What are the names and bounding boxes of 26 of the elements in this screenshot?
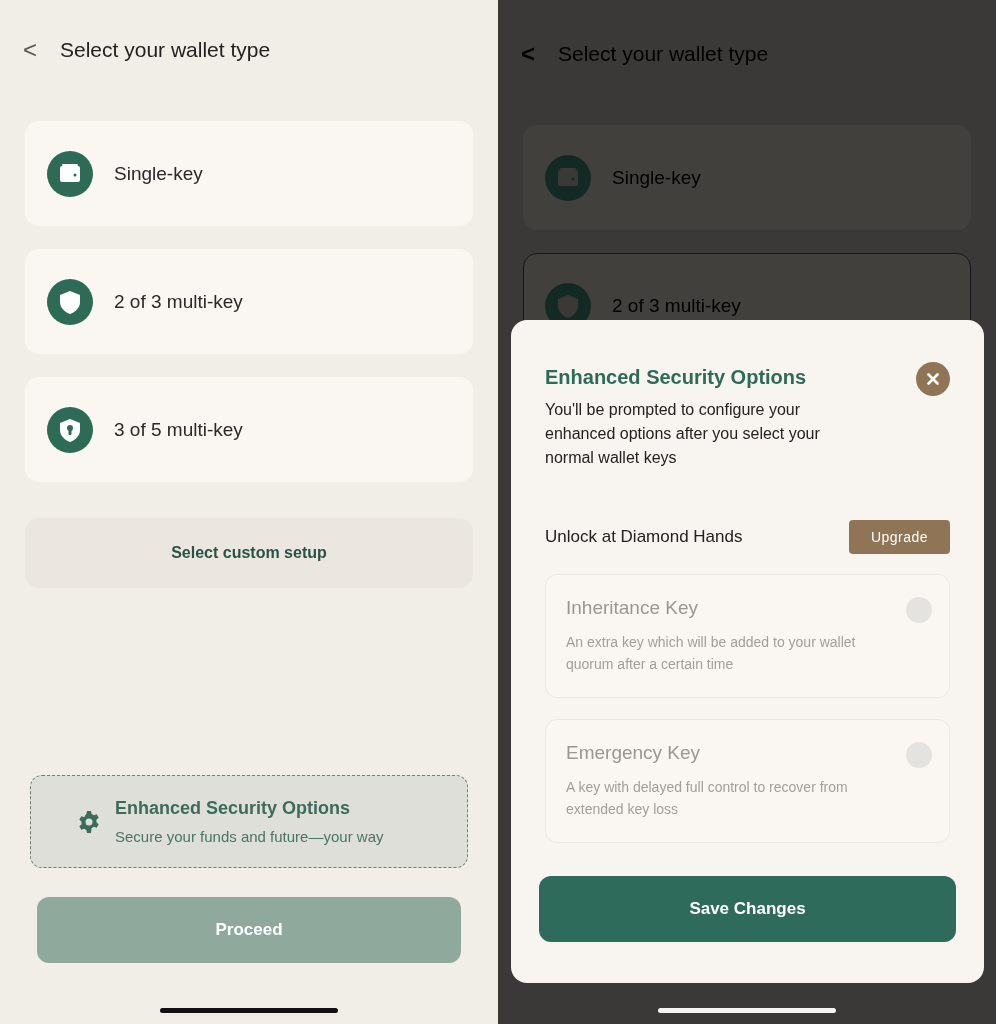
enhanced-security-card[interactable]: Enhanced Security Options Secure your funds and future—your way [30, 775, 468, 868]
custom-setup-button[interactable]: Select custom setup [25, 518, 473, 588]
unlock-label: Unlock at Diamond Hands [545, 527, 743, 547]
option-title: Emergency Key [566, 742, 702, 764]
option-description: A key with delayed full control to recover from extended key loss [566, 778, 849, 819]
wallet-option[interactable]: Single-key [25, 121, 473, 226]
settings-icon [77, 809, 101, 834]
close-button[interactable] [916, 362, 950, 396]
sheet-title: Enhanced Security Options [545, 366, 807, 389]
back-button[interactable]: < [22, 35, 38, 65]
upgrade-button[interactable]: Upgrade [849, 520, 950, 554]
page-title: Select your wallet type [558, 42, 769, 66]
wallet-option[interactable]: 3 of 5 multi-key [25, 377, 473, 482]
card-subtitle: Secure your funds and future—your way [115, 828, 384, 845]
sheet-description: You'll be prompted to configure your enhanced options after you select your normal wallet keys [545, 400, 821, 468]
shield-icon [47, 278, 93, 325]
page-title: Select your wallet type [60, 38, 271, 62]
card-title: Enhanced Security Options [115, 798, 352, 819]
wallet-icon [47, 150, 93, 197]
shield-icon [47, 406, 93, 453]
wallet-icon [545, 154, 591, 201]
wallet-option[interactable]: 2 of 3 multi-key [25, 249, 473, 354]
save-button[interactable]: Save Changes [539, 876, 956, 942]
option-description: An extra key which will be added to your wallet quorum after a certain time [566, 633, 857, 674]
close-icon [927, 373, 939, 385]
option-title: Inheritance Key [566, 597, 700, 619]
